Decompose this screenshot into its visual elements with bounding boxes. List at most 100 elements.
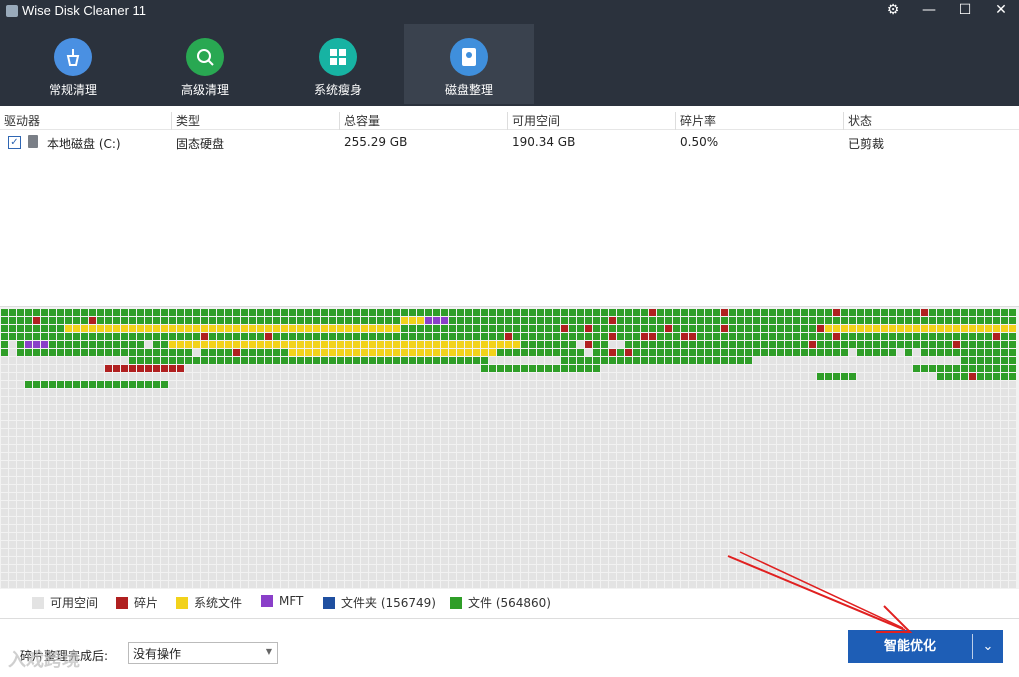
minimize-button[interactable]: — [911, 0, 947, 20]
cluster-cell [265, 421, 272, 428]
cluster-cell [737, 453, 744, 460]
column-frag[interactable]: 碎片率 [675, 112, 716, 130]
cluster-cell [489, 573, 496, 580]
cluster-cell [473, 325, 480, 332]
menu-icon[interactable]: ⚙ [875, 0, 911, 20]
cluster-cell [921, 533, 928, 540]
dropdown-chevron-icon[interactable]: ⌄ [973, 630, 1003, 663]
cluster-cell [177, 349, 184, 356]
cluster-cell [993, 309, 1000, 316]
cluster-cell [401, 533, 408, 540]
cluster-cell [481, 477, 488, 484]
cluster-cell [433, 541, 440, 548]
cluster-cell [289, 381, 296, 388]
cluster-cell [545, 557, 552, 564]
tab-regular-clean[interactable]: 常规清理 [8, 24, 138, 104]
cluster-cell [993, 581, 1000, 588]
cluster-cell [169, 557, 176, 564]
cluster-cell [385, 309, 392, 316]
cluster-cell [801, 357, 808, 364]
cluster-cell [545, 581, 552, 588]
cluster-cell [217, 509, 224, 516]
cluster-cell [265, 541, 272, 548]
cluster-cell [225, 421, 232, 428]
cluster-cell [553, 349, 560, 356]
column-total[interactable]: 总容量 [339, 112, 380, 130]
cluster-cell [913, 541, 920, 548]
drive-checkbox[interactable]: ✓ [8, 136, 21, 149]
cluster-cell [697, 389, 704, 396]
cluster-cell [185, 405, 192, 412]
cluster-cell [17, 309, 24, 316]
cluster-cell [537, 461, 544, 468]
cluster-cell [441, 549, 448, 556]
cluster-cell [897, 389, 904, 396]
cluster-cell [713, 357, 720, 364]
maximize-button[interactable]: ☐ [947, 0, 983, 20]
cluster-cell [81, 405, 88, 412]
cluster-cell [601, 533, 608, 540]
close-button[interactable]: ✕ [983, 0, 1019, 20]
cluster-cell [393, 565, 400, 572]
cluster-cell [81, 349, 88, 356]
cluster-cell [641, 549, 648, 556]
cluster-cell [65, 485, 72, 492]
smart-optimize-button[interactable]: 智能优化 ⌄ [848, 630, 1003, 663]
tab-system-slim[interactable]: 系统瘦身 [273, 24, 403, 104]
cluster-cell [169, 317, 176, 324]
cluster-cell [153, 325, 160, 332]
column-drive[interactable]: 驱动器 [0, 112, 40, 130]
cluster-cell [745, 421, 752, 428]
cluster-cell [353, 349, 360, 356]
cluster-cell [401, 469, 408, 476]
column-status[interactable]: 状态 [843, 112, 872, 130]
cluster-cell [1009, 549, 1016, 556]
cluster-cell [89, 333, 96, 340]
cluster-cell [561, 573, 568, 580]
cluster-cell [465, 405, 472, 412]
cluster-cell [793, 389, 800, 396]
tab-defrag[interactable]: 磁盘整理 [404, 24, 534, 104]
cluster-cell [977, 325, 984, 332]
cluster-cell [929, 453, 936, 460]
cluster-cell [385, 525, 392, 532]
cluster-cell [113, 541, 120, 548]
cluster-cell [289, 533, 296, 540]
cluster-cell [41, 525, 48, 532]
table-row[interactable]: ✓ 本地磁盘 (C:) 固态硬盘 255.29 GB 190.34 GB 0.5… [0, 133, 1019, 153]
cluster-cell [761, 333, 768, 340]
column-type[interactable]: 类型 [171, 112, 200, 130]
cluster-cell [209, 389, 216, 396]
cluster-cell [769, 541, 776, 548]
cluster-cell [129, 581, 136, 588]
after-action-select[interactable]: 没有操作 ▼ [128, 642, 278, 664]
cluster-cell [137, 501, 144, 508]
cluster-cell [865, 405, 872, 412]
cluster-cell [169, 373, 176, 380]
cluster-cell [673, 461, 680, 468]
cluster-cell [529, 485, 536, 492]
cluster-cell [9, 389, 16, 396]
cluster-cell [1, 325, 8, 332]
cluster-cell [113, 581, 120, 588]
cluster-cell [577, 333, 584, 340]
cluster-cell [769, 509, 776, 516]
tab-advanced-clean[interactable]: 高级清理 [140, 24, 270, 104]
cluster-cell [385, 405, 392, 412]
cluster-cell [377, 309, 384, 316]
column-free[interactable]: 可用空间 [507, 112, 560, 130]
cluster-cell [785, 349, 792, 356]
cluster-cell [57, 437, 64, 444]
cluster-cell [753, 581, 760, 588]
cluster-cell [217, 309, 224, 316]
cluster-cell [1, 501, 8, 508]
cluster-cell [305, 389, 312, 396]
cluster-cell [553, 405, 560, 412]
cluster-cell [761, 317, 768, 324]
cluster-cell [793, 429, 800, 436]
cluster-cell [73, 333, 80, 340]
cluster-cell [849, 493, 856, 500]
cluster-cell [865, 469, 872, 476]
cluster-cell [913, 493, 920, 500]
cluster-cell [521, 349, 528, 356]
